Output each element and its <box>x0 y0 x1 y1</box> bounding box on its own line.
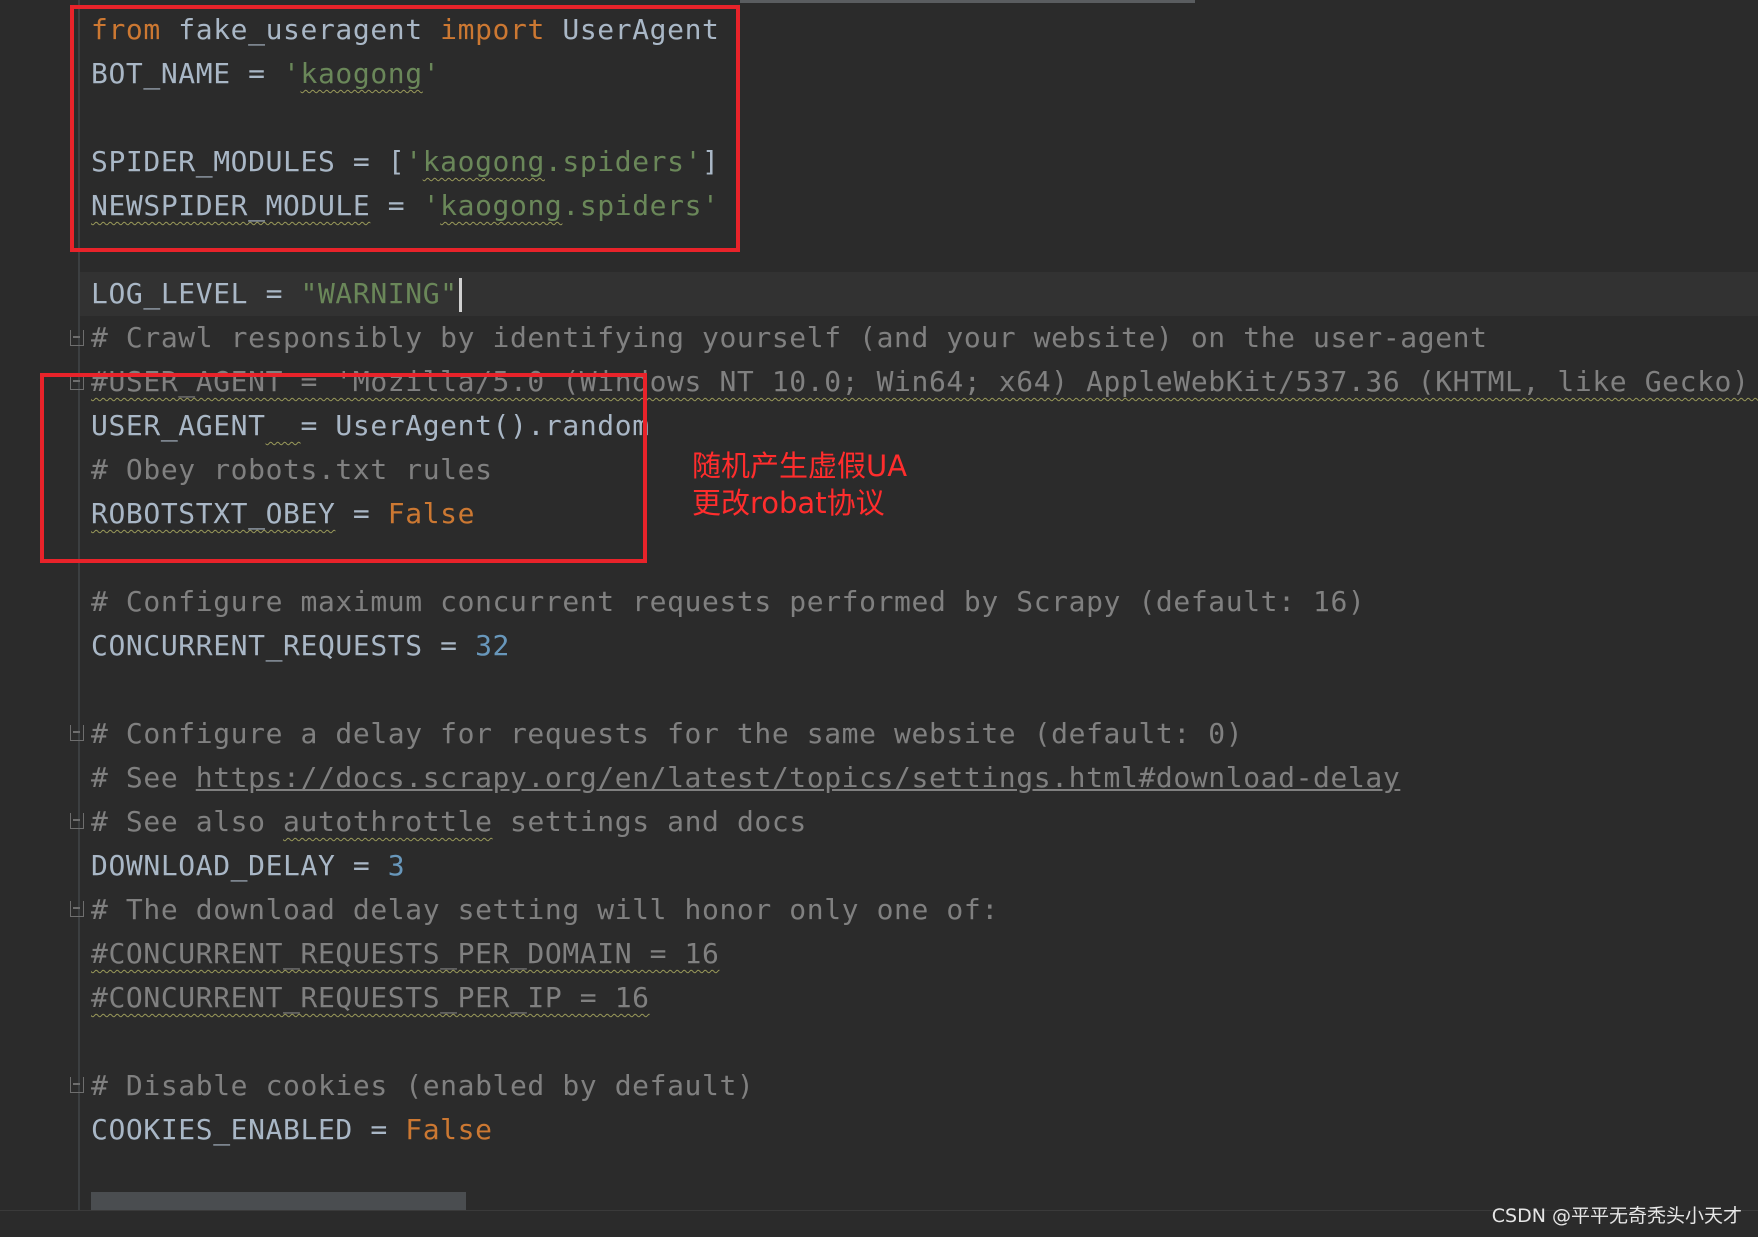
number-value: 3 <box>387 849 406 882</box>
comment-text: # Configure maximum concurrent requests … <box>91 585 1366 618</box>
assignment-lhs: COOKIES_ENABLED = <box>91 1113 406 1146</box>
comment-text: # See <box>91 761 196 794</box>
comment-text: # Crawl responsibly by identifying yours… <box>91 321 1488 354</box>
code-line-15[interactable]: CONCURRENT_REQUESTS = 32 <box>91 624 510 668</box>
comment-text: #CONCURRENT_REQUESTS_PER_IP = 16 <box>91 981 650 1014</box>
code-line-21[interactable]: # The download delay setting will honor … <box>91 888 999 932</box>
text-caret <box>458 278 462 312</box>
boolean-value: False <box>405 1113 493 1146</box>
code-line-18[interactable]: # See https://docs.scrapy.org/en/latest/… <box>91 756 1400 800</box>
horizontal-scrollbar-thumb[interactable] <box>91 1192 466 1210</box>
code-editor[interactable]: from fake_useragent import UserAgent BOT… <box>0 0 1758 1210</box>
assignment-lhs: CONCURRENT_REQUESTS = <box>91 629 476 662</box>
code-line-23[interactable]: #CONCURRENT_REQUESTS_PER_IP = 16 <box>91 976 650 1020</box>
spelling-warning-word: autothrottle <box>283 805 493 838</box>
comment-text: settings and docs <box>492 805 807 838</box>
code-line-7[interactable]: LOG_LEVEL = "WARNING" <box>91 272 462 316</box>
highlight-box-settings <box>70 5 740 252</box>
code-line-22[interactable]: #CONCURRENT_REQUESTS_PER_DOMAIN = 16 <box>91 932 719 976</box>
comment-link[interactable]: https://docs.scrapy.org/en/latest/topics… <box>196 761 1401 794</box>
annotation-text-robot: 更改robat协议 <box>692 486 885 520</box>
editor-top-tab-indicator <box>740 0 1195 3</box>
fold-marker-icon[interactable] <box>70 1077 84 1093</box>
comment-text: #CONCURRENT_REQUESTS_PER_DOMAIN = 16 <box>91 937 720 970</box>
assignment-lhs: DOWNLOAD_DELAY = <box>91 849 388 882</box>
fold-marker-icon[interactable] <box>70 901 84 917</box>
code-line-14[interactable]: # Configure maximum concurrent requests … <box>91 580 1365 624</box>
comment-text: # See also <box>91 805 284 838</box>
code-line-17[interactable]: # Configure a delay for requests for the… <box>91 712 1243 756</box>
comment-text: # Disable cookies (enabled by default) <box>91 1069 755 1102</box>
code-line-19[interactable]: # See also autothrottle settings and doc… <box>91 800 807 844</box>
code-line-25[interactable]: # Disable cookies (enabled by default) <box>91 1064 754 1108</box>
fold-marker-icon[interactable] <box>70 813 84 829</box>
assignment-lhs: LOG_LEVEL = <box>91 277 301 310</box>
watermark: CSDN @平平无奇秃头小天才 <box>1491 1205 1742 1227</box>
fold-marker-icon[interactable] <box>70 330 84 346</box>
number-value: 32 <box>475 629 510 662</box>
annotation-text-ua: 随机产生虚假UA <box>692 449 908 483</box>
code-line-8[interactable]: # Crawl responsibly by identifying yours… <box>91 316 1488 360</box>
code-line-26[interactable]: COOKIES_ENABLED = False <box>91 1108 493 1152</box>
comment-text: # The download delay setting will honor … <box>91 893 999 926</box>
code-line-20[interactable]: DOWNLOAD_DELAY = 3 <box>91 844 405 888</box>
highlight-box-useragent <box>40 373 647 563</box>
string-value: "WARNING" <box>300 277 458 310</box>
fold-marker-icon[interactable] <box>70 725 84 741</box>
comment-text: # Configure a delay for requests for the… <box>91 717 1244 750</box>
